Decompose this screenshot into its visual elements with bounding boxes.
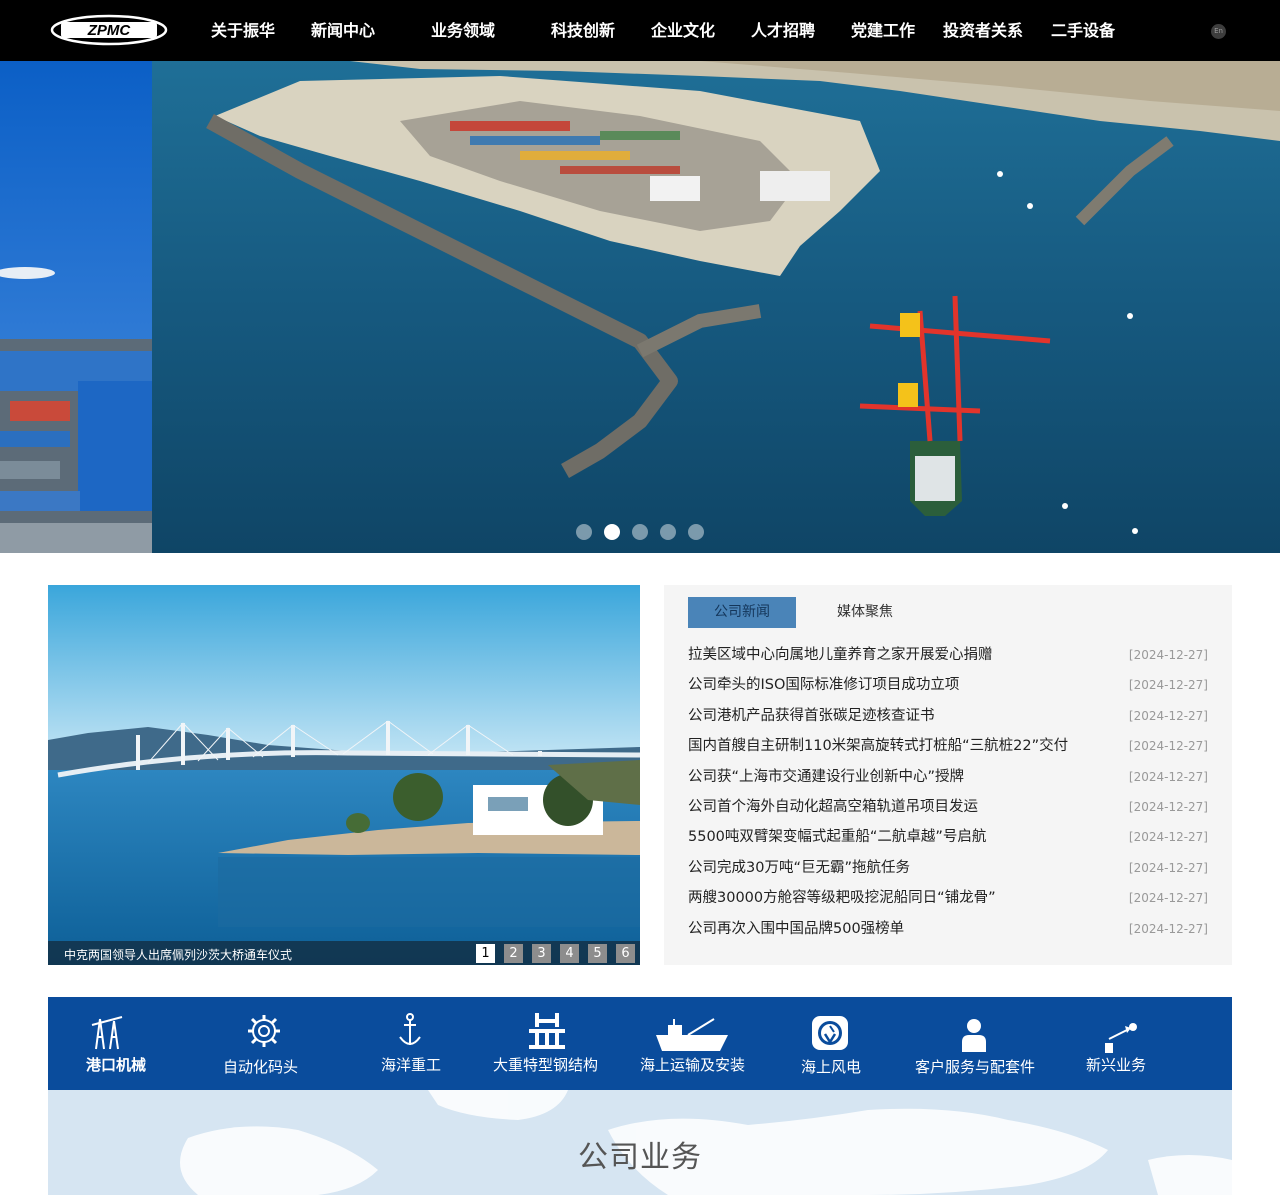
biz-marine-heavy-industry[interactable]: 海洋重工 [378, 997, 458, 1090]
biz-label: 海上风电 [801, 1058, 862, 1076]
news-date: [2024-12-27] [1128, 708, 1208, 723]
news-item[interactable]: 公司再次入围中国品牌500强榜单 [2024-12-27] [688, 918, 1208, 940]
carousel-dot[interactable] [632, 524, 648, 540]
customer-service-icon [962, 1019, 986, 1052]
biz-port-machinery[interactable]: 港口机械 [78, 997, 168, 1090]
business-areas-strip: 港口机械 自动化码头 海洋重工 大重特型钢结构 海上运输及安装 海上风电 客户服… [48, 997, 1232, 1090]
news-title[interactable]: 拉美区域中心向属地儿童养育之家开展爱心捐赠 [688, 644, 993, 666]
news-item[interactable]: 两艘30000方舱容等级耙吸挖泥船同日“铺龙骨” [2024-12-27] [688, 887, 1208, 909]
bridge-photo [48, 585, 640, 965]
nav-investor-relations[interactable]: 投资者关系 [943, 20, 1023, 42]
news-title[interactable]: 公司牵头的ISO国际标准修订项目成功立项 [688, 674, 959, 696]
gear-icon [248, 1015, 280, 1047]
news-title[interactable]: 国内首艘自主研制110米架高旋转式打桩船“三航桩22”交付 [688, 735, 1068, 757]
pager-number[interactable]: 1 [476, 944, 495, 963]
hero-carousel[interactable] [0, 61, 1280, 553]
biz-offshore-wind[interactable]: 海上风电 [798, 997, 868, 1090]
news-item[interactable]: 公司牵头的ISO国际标准修订项目成功立项 [2024-12-27] [688, 674, 1208, 696]
biz-label: 客户服务与配套件 [915, 1058, 1036, 1076]
language-switch-button[interactable]: En [1211, 24, 1226, 39]
news-item[interactable]: 拉美区域中心向属地儿童养育之家开展爱心捐赠 [2024-12-27] [688, 644, 1208, 666]
pager-number[interactable]: 3 [532, 944, 551, 963]
biz-automated-terminal[interactable]: 自动化码头 [218, 997, 318, 1090]
ship-icon [656, 1018, 728, 1051]
carousel-dot[interactable] [604, 524, 620, 540]
news-date: [2024-12-27] [1128, 678, 1208, 693]
wind-power-icon [812, 1016, 848, 1050]
news-item[interactable]: 公司完成30万吨“巨无霸”拖航任务 [2024-12-27] [688, 857, 1208, 879]
news-date: [2024-12-27] [1128, 739, 1208, 754]
tab-media-focus[interactable]: 媒体聚焦 [812, 597, 918, 628]
section-title: 公司业务 [578, 1140, 702, 1175]
biz-label: 大重特型钢结构 [493, 1056, 599, 1074]
news-title[interactable]: 5500吨双臂架变幅式起重船“二航卓越”号启航 [688, 826, 986, 848]
nav-news-center[interactable]: 新闻中心 [311, 20, 375, 42]
news-item[interactable]: 公司港机产品获得首张碳足迹核查证书 [2024-12-27] [688, 705, 1208, 727]
pager-number[interactable]: 2 [504, 944, 523, 963]
featured-caption-bar: 中克两国领导人出席佩列沙茨大桥通车仪式 123456 [48, 941, 640, 965]
news-item[interactable]: 5500吨双臂架变幅式起重船“二航卓越”号启航 [2024-12-27] [688, 826, 1208, 848]
nav-business[interactable]: 业务领域 [431, 20, 495, 42]
featured-caption: 中克两国领导人出席佩列沙茨大桥通车仪式 [64, 948, 293, 962]
nav-used-equipment[interactable]: 二手设备 [1051, 20, 1115, 42]
news-date: [2024-12-27] [1128, 860, 1208, 875]
zpmc-logo[interactable]: ZPMC [49, 13, 169, 47]
nav-party-building[interactable]: 党建工作 [851, 20, 915, 42]
tab-company-news[interactable]: 公司新闻 [688, 597, 796, 628]
biz-label: 港口机械 [86, 1056, 147, 1074]
pager-number[interactable]: 5 [588, 944, 607, 963]
news-date: [2024-12-27] [1128, 800, 1208, 814]
biz-emerging-business[interactable]: 新兴业务 [1083, 997, 1158, 1090]
news-title[interactable]: 公司再次入围中国品牌500强榜单 [688, 918, 904, 940]
anchor-icon [399, 1013, 421, 1045]
news-date: [2024-12-27] [1128, 921, 1208, 936]
carousel-dot[interactable] [576, 524, 592, 540]
pager-number[interactable]: 4 [560, 944, 579, 963]
emerging-business-icon [1105, 1023, 1137, 1053]
news-panel: 公司新闻 媒体聚焦 拉美区域中心向属地儿童养育之家开展爱心捐赠 [2024-12-… [664, 585, 1232, 965]
svg-text:ZPMC: ZPMC [87, 22, 132, 39]
crane-icon [91, 1016, 123, 1050]
news-item[interactable]: 国内首艘自主研制110米架高旋转式打桩船“三航桩22”交付 [2024-12-27… [688, 735, 1208, 757]
news-item[interactable]: 公司获“上海市交通建设行业创新中心”授牌 [2024-12-27] [688, 766, 1208, 788]
biz-label: 自动化码头 [223, 1058, 299, 1076]
pager-number[interactable]: 6 [616, 944, 635, 963]
news-title[interactable]: 公司港机产品获得首张碳足迹核查证书 [688, 705, 935, 727]
biz-steel-structure[interactable]: 大重特型钢结构 [493, 997, 613, 1090]
news-title[interactable]: 公司完成30万吨“巨无霸”拖航任务 [688, 857, 910, 879]
top-navigation-bar: ZPMC 关于振华 新闻中心 业务领域 科技创新 企业文化 人才招聘 党建工作 … [0, 0, 1280, 61]
biz-marine-transport[interactable]: 海上运输及安装 [640, 997, 750, 1090]
biz-label: 海上运输及安装 [640, 1056, 746, 1074]
news-date: [2024-12-27] [1128, 769, 1208, 784]
steel-structure-icon [529, 1013, 565, 1049]
news-date: [2024-12-27] [1128, 648, 1208, 662]
biz-label: 新兴业务 [1086, 1056, 1147, 1074]
featured-news-photo[interactable]: 中克两国领导人出席佩列沙茨大桥通车仪式 123456 [48, 585, 640, 965]
news-title[interactable]: 两艘30000方舱容等级耙吸挖泥船同日“铺龙骨” [688, 887, 996, 909]
nav-innovation[interactable]: 科技创新 [551, 20, 615, 42]
harbor-aerial-image [0, 61, 1280, 553]
nav-careers[interactable]: 人才招聘 [751, 20, 815, 42]
news-title[interactable]: 公司获“上海市交通建设行业创新中心”授牌 [688, 766, 964, 788]
biz-customer-service[interactable]: 客户服务与配套件 [913, 997, 1043, 1090]
news-date: [2024-12-27] [1128, 830, 1208, 845]
carousel-dot[interactable] [660, 524, 676, 540]
business-map-section: 公司业务 [48, 1090, 1232, 1195]
nav-culture[interactable]: 企业文化 [651, 20, 715, 42]
news-title[interactable]: 公司首个海外自动化超高空箱轨道吊项目发运 [688, 796, 978, 818]
nav-about[interactable]: 关于振华 [211, 20, 275, 42]
news-date: [2024-12-27] [1128, 891, 1208, 906]
carousel-dot[interactable] [688, 524, 704, 540]
news-item[interactable]: 公司首个海外自动化超高空箱轨道吊项目发运 [2024-12-27] [688, 796, 1208, 818]
biz-label: 海洋重工 [381, 1056, 442, 1074]
